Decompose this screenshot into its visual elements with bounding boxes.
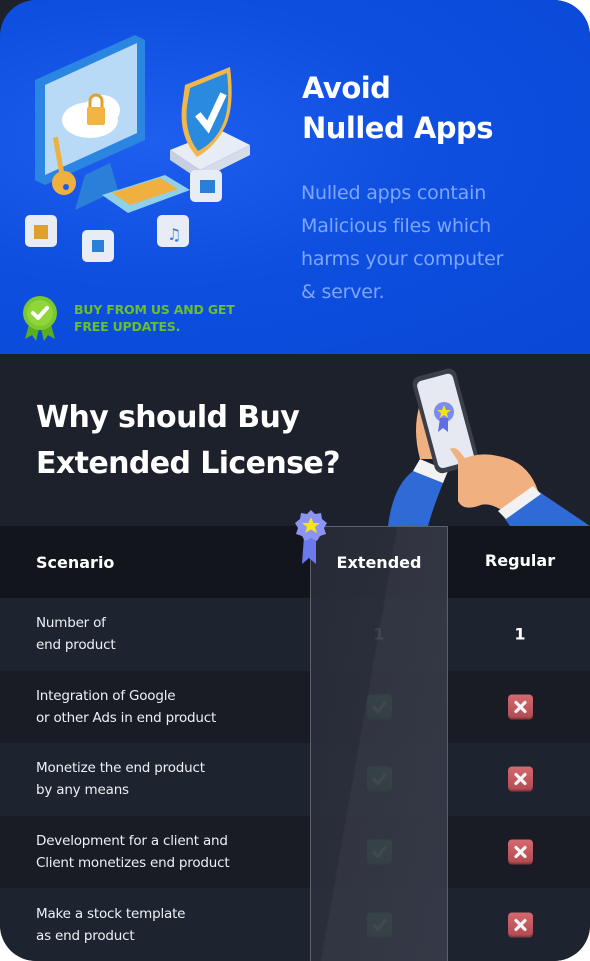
table-row: Make a stock template as end product [0,888,590,961]
cross-icon [507,839,533,865]
svg-text:♫: ♫ [167,225,181,244]
computer-security-illustration: ♫ [25,35,250,262]
table-row: Monetize the end product by any means [0,743,590,816]
scenario-cell: Monetize the end product by any means [36,760,205,799]
header-extended: Extended [336,553,422,572]
cross-icon [507,766,533,792]
value-text: 1 [514,624,526,644]
regular-cell [450,766,590,792]
scenario-cell: Integration of Google or other Ads in en… [36,687,217,726]
cross-icon [507,912,533,938]
header-regular: Regular [484,551,556,570]
hero-description: Nulled apps contain Malicious files whic… [301,182,504,303]
regular-cell: 1 [450,625,590,644]
extended-column-highlight: Extended [310,526,448,961]
table-body: Number of end product11Integration of Go… [0,598,590,961]
hero-title: Avoid Nulled Apps [302,71,494,145]
scenario-cell: Make a stock template as end product [36,905,186,944]
license-comparison-table: Scenario Regular Number of end product11… [0,526,590,961]
badge-text: BUY FROM US AND GET FREE UPDATES. [74,302,235,334]
award-check-icon [23,296,57,341]
cross-icon [507,694,533,720]
license-comparison-card: ♫ Avoid Nulled Apps Nulled apps contain … [0,0,590,961]
table-row: Development for a client and Client mone… [0,815,590,889]
hero-section: ♫ Avoid Nulled Apps Nulled apps contain … [0,0,590,354]
regular-cell [450,912,590,938]
scenario-cell: Number of end product [36,615,116,654]
free-updates-badge: BUY FROM US AND GET FREE UPDATES. [22,295,235,341]
why-title: Why should Buy Extended License? [36,400,341,481]
table-row: Integration of Google or other Ads in en… [0,670,590,744]
scenario-cell: Development for a client and Client mone… [36,833,230,872]
hand-holding-phone-illustration [388,368,590,526]
header-scenario: Scenario [36,553,115,572]
regular-cell [450,694,590,720]
table-row: Number of end product11 [0,598,590,671]
regular-cell [450,839,590,865]
ribbon-star-icon [295,510,327,564]
